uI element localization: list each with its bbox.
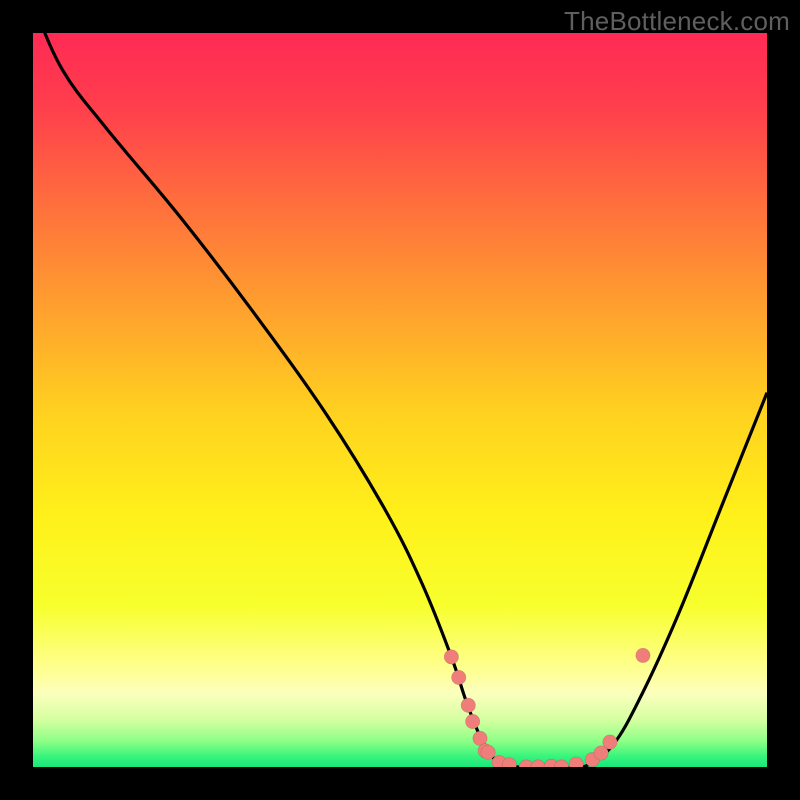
data-point (603, 735, 617, 749)
gradient-bg (33, 33, 767, 767)
watermark-text: TheBottleneck.com (564, 6, 790, 37)
plot-area (33, 33, 767, 767)
data-point (444, 650, 458, 664)
data-point (465, 714, 479, 728)
data-point (481, 745, 495, 759)
data-point (461, 698, 475, 712)
data-point (636, 648, 650, 662)
data-point (452, 670, 466, 684)
plot-svg (33, 33, 767, 767)
chart-stage: TheBottleneck.com (0, 0, 800, 800)
